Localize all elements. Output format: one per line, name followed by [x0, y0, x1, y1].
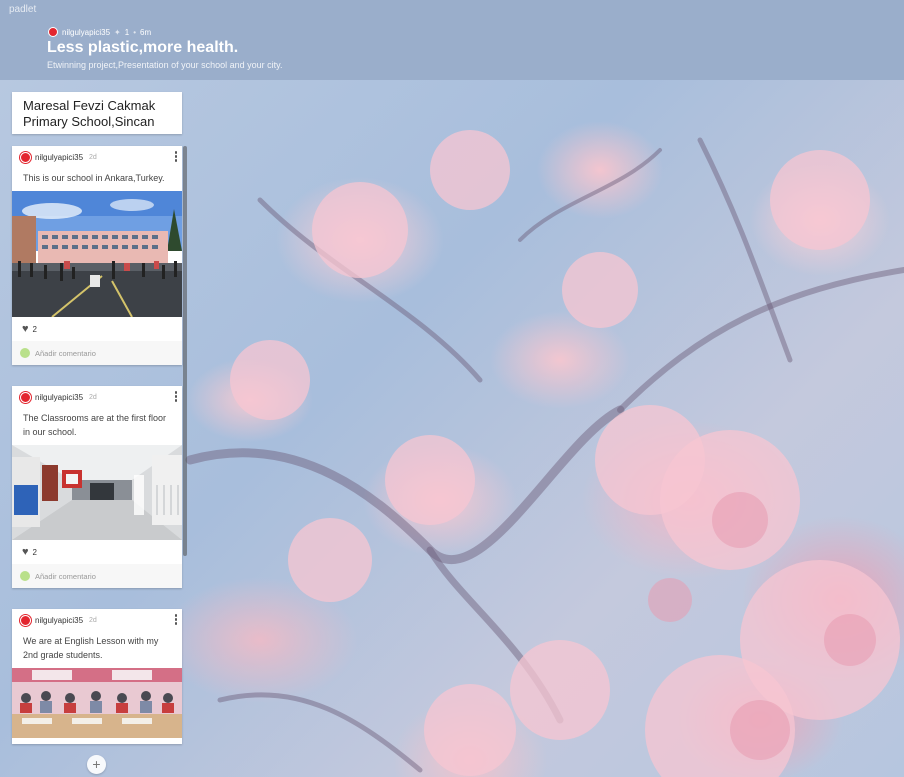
- post-image-school-building[interactable]: [12, 191, 182, 317]
- post-author[interactable]: nilgulyapici35: [35, 393, 83, 402]
- post-time: 2d: [89, 616, 97, 624]
- post-card[interactable]: nilgulyapici35 2d This is our school in …: [12, 146, 182, 365]
- star-icon: ✦: [114, 27, 121, 37]
- post-author[interactable]: nilgulyapici35: [35, 616, 83, 625]
- post-time: 2d: [89, 393, 97, 401]
- column-scrollbar[interactable]: [183, 146, 187, 556]
- school-corridor-photo: [12, 445, 182, 540]
- classroom-photo: [12, 668, 182, 738]
- post-text: The Classrooms are at the first floor in…: [23, 413, 167, 437]
- comment-placeholder[interactable]: Añadir comentario: [35, 349, 96, 358]
- post-image-corridor[interactable]: [12, 445, 182, 540]
- heart-icon[interactable]: ♥: [22, 323, 29, 335]
- post-text: We are at English Lesson with my 2nd gra…: [23, 636, 159, 660]
- add-post-button[interactable]: +: [87, 755, 106, 774]
- author-avatar: [20, 151, 31, 163]
- post-header: nilgulyapici35 2d: [12, 146, 182, 168]
- post-header: nilgulyapici35 2d: [12, 386, 182, 408]
- post-text: This is our school in Ankara,Turkey.: [23, 173, 165, 183]
- school-building-photo: [12, 191, 182, 317]
- add-comment[interactable]: Añadir comentario: [12, 564, 182, 588]
- author-avatar: [20, 614, 31, 626]
- board-age: 6m: [140, 27, 152, 37]
- post-image-classroom[interactable]: [12, 668, 182, 738]
- board-like-count: 1: [124, 27, 130, 37]
- heart-icon[interactable]: ♥: [22, 546, 29, 558]
- board-description: Etwinning project,Presentation of your s…: [47, 60, 283, 70]
- comment-placeholder[interactable]: Añadir comentario: [35, 572, 96, 581]
- post-time: 2d: [89, 153, 97, 161]
- board-title: Less plastic,more health.: [47, 39, 239, 56]
- board-meta: nilgulyapici35 ✦ 1 • 6m: [48, 27, 151, 37]
- post-likes[interactable]: ♥ 2: [12, 317, 182, 341]
- add-comment[interactable]: Añadir comentario: [12, 341, 182, 365]
- post-header: nilgulyapici35 2d: [12, 609, 182, 631]
- section-column: Maresal Fevzi Cakmak Primary School,Sinc…: [12, 92, 182, 134]
- more-options-icon[interactable]: [174, 151, 178, 162]
- more-options-icon[interactable]: [174, 614, 178, 625]
- author-avatar: [20, 391, 31, 403]
- author-avatar: [48, 27, 58, 37]
- post-card[interactable]: nilgulyapici35 2d The Classrooms are at …: [12, 386, 182, 588]
- post-likes[interactable]: ♥ 2: [12, 540, 182, 564]
- section-title[interactable]: Maresal Fevzi Cakmak Primary School,Sinc…: [12, 92, 182, 134]
- commenter-avatar: [20, 571, 30, 581]
- padlet-logo[interactable]: padlet: [9, 4, 36, 15]
- more-options-icon[interactable]: [174, 391, 178, 402]
- like-count: 2: [32, 547, 37, 557]
- board-header: padlet nilgulyapici35 ✦ 1 • 6m Less plas…: [0, 0, 904, 80]
- board-author[interactable]: nilgulyapici35: [62, 28, 110, 37]
- commenter-avatar: [20, 348, 30, 358]
- post-card[interactable]: nilgulyapici35 2d We are at English Less…: [12, 609, 182, 744]
- post-author[interactable]: nilgulyapici35: [35, 153, 83, 162]
- like-count: 2: [32, 324, 37, 334]
- dot-separator-icon: •: [133, 27, 136, 37]
